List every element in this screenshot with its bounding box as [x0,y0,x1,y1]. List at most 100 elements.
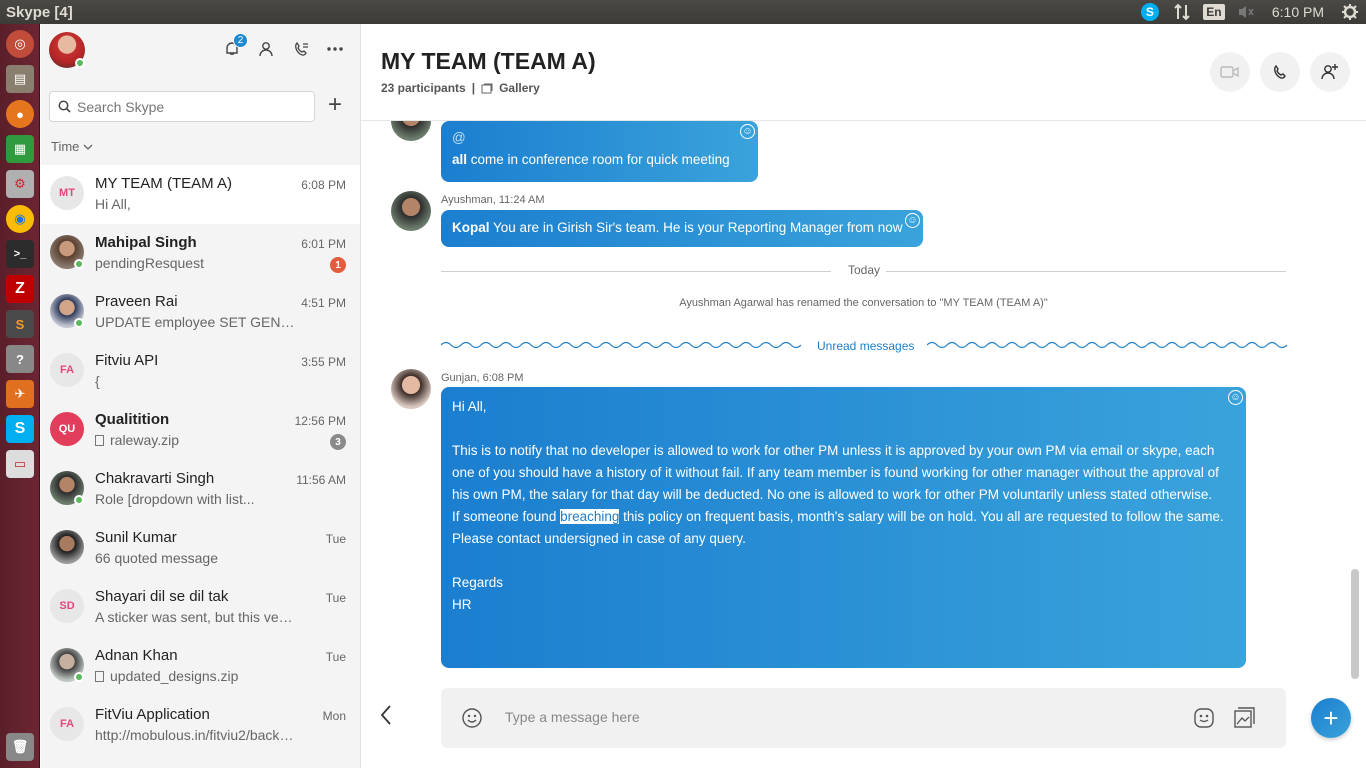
scrollbar-thumb[interactable] [1351,569,1359,679]
conversation-item-fitviu-api[interactable]: FA Fitviu API { 3:55 PM [41,342,360,401]
participants-count[interactable]: 23 participants [381,81,466,95]
message-bubble[interactable]: Hi All, This is to notify that no develo… [441,387,1246,668]
conversation-sidebar: 2 Search Skype + Time MT MY TEAM (TEAM A… [41,24,361,768]
add-content-button[interactable]: + [1311,698,1351,738]
conversation-item-chakravarti-singh[interactable]: Chakravarti Singh Role [dropdown with li… [41,460,360,519]
message-input[interactable]: Type a message here [505,709,640,725]
avatar: MT [50,176,84,210]
conversation-preview: 66 quoted message [95,550,218,566]
message-bubble[interactable]: @ all come in conference room for quick … [441,121,758,182]
sort-dropdown[interactable]: Time [51,139,93,154]
terminal-icon[interactable]: >_ [6,240,34,268]
conversation-time: 12:56 PM [294,414,346,428]
day-divider: Today [848,263,881,277]
conversation-time: 4:51 PM [301,296,346,310]
sublime-text-icon[interactable]: S [6,310,34,338]
more-options-icon[interactable] [322,36,348,62]
audio-call-button[interactable] [1260,52,1300,92]
conversation-item-adnan-khan[interactable]: Adnan Khan updated_designs.zip Tue [41,637,360,696]
system-gear-icon[interactable] [1334,0,1366,24]
reaction-smiley-icon[interactable]: ☺ [740,124,755,139]
conversation-item-qualitition[interactable]: QU Qualitition raleway.zip 12:56 PM 3 [41,401,360,460]
chrome-icon[interactable]: ◉ [6,205,34,233]
message-greeting: Hi All, [452,399,487,414]
system-message: Ayushman Agarwal has renamed the convers… [679,297,1048,309]
conversation-preview: updated_designs.zip [95,668,295,684]
filezilla-icon[interactable]: Z [6,275,34,303]
new-chat-button[interactable]: + [325,93,345,118]
message-paragraph: This is to notify that no developer is a… [452,443,1219,502]
conversation-preview: A sticker was sent, but this versio... [95,609,295,625]
conversation-item-shayari[interactable]: SD Shayari dil se dil tak A sticker was … [41,578,360,637]
message-composer[interactable]: Type a message here [441,688,1286,748]
emoji-icon[interactable] [461,707,483,734]
message-regards: Regards [452,575,504,590]
files-icon[interactable]: ▤ [6,65,34,93]
notifications-badge: 2 [233,33,248,48]
ubuntu-dash-icon[interactable]: ◎ [6,30,34,58]
conversation-time: 6:08 PM [301,178,346,192]
reaction-smiley-icon[interactable]: ☺ [905,213,920,228]
message-text: all come in conference room for quick me… [452,152,730,167]
network-icon[interactable] [1166,0,1198,24]
conversation-time: 3:55 PM [301,355,346,369]
trash-icon[interactable]: 🗑 [6,733,34,761]
message-scrollbar[interactable] [1351,124,1359,680]
help-icon[interactable]: ? [6,345,34,373]
skype-tray-icon[interactable]: S [1134,0,1166,24]
unread-badge: 3 [330,434,346,450]
conversation-item-praveen-rai[interactable]: Praveen Rai UPDATE employee SET GEND... … [41,283,360,342]
chat-title[interactable]: MY TEAM (TEAM A) [381,48,596,75]
add-participant-button[interactable] [1310,52,1350,92]
volume-muted-icon[interactable] [1230,0,1262,24]
conversation-preview: Role [dropdown with list... [95,491,255,507]
conversation-name: MY TEAM (TEAM A) [95,175,232,192]
conversation-list: MT MY TEAM (TEAM A) Hi All, 6:08 PM Mahi… [41,165,360,755]
keyboard-layout-indicator[interactable]: En [1198,0,1230,24]
conversation-preview: raleway.zip [95,432,295,448]
conversation-item-fitviu-application[interactable]: FA FitViu Application http://mobulous.in… [41,696,360,755]
unread-wave-right [927,341,1287,349]
message-paragraph: If someone found breaching this policy o… [452,509,1224,524]
calls-icon[interactable] [288,36,314,62]
conversation-name: Adnan Khan [95,647,178,664]
unread-badge: 1 [330,257,346,273]
conversation-name: Mahipal Singh [95,234,197,251]
message-bubble[interactable]: Kopal You are in Girish Sir's team. He i… [441,210,923,247]
skype-icon[interactable]: S [6,415,34,443]
search-input[interactable]: Search Skype [49,91,315,122]
clock[interactable]: 6:10 PM [1262,4,1334,20]
notifications-bell-icon[interactable]: 2 [219,33,248,62]
video-call-button[interactable] [1210,52,1250,92]
avatar: FA [50,353,84,387]
settings-icon[interactable]: ⚙ [6,170,34,198]
conversation-item-my-team[interactable]: MT MY TEAM (TEAM A) Hi All, 6:08 PM [41,165,360,224]
gallery-link[interactable]: Gallery [499,81,540,95]
reaction-smiley-icon[interactable]: ☺ [1228,390,1243,405]
firefox-icon[interactable]: ● [6,100,34,128]
sticker-icon[interactable] [1193,707,1215,734]
divider-line [441,271,831,272]
back-chevron-icon[interactable] [379,704,403,732]
calc-icon[interactable]: ▦ [6,135,34,163]
conversation-time: Tue [325,650,346,664]
sender-avatar[interactable] [391,369,431,409]
media-gallery-icon[interactable] [1232,706,1256,735]
mention-symbol: @ [452,130,466,145]
conversation-name: Praveen Rai [95,293,178,310]
video-camera-icon [1220,66,1239,78]
conversation-item-sunil-kumar[interactable]: Sunil Kumar 66 quoted message Tue [41,519,360,578]
avatar [50,530,84,564]
avatar: FA [50,707,84,741]
selected-text: breaching [560,509,620,524]
sender-avatar[interactable] [391,121,431,141]
sender-avatar[interactable] [391,191,431,231]
conversation-preview: pendingResquest [95,255,204,271]
conversation-name: Qualitition [95,411,170,428]
postman-icon[interactable]: ✈ [6,380,34,408]
conversation-item-mahipal-singh[interactable]: Mahipal Singh pendingResquest 6:01 PM 1 [41,224,360,283]
contacts-icon[interactable] [253,36,279,62]
document-viewer-icon[interactable]: ▭ [6,450,34,478]
avatar: QU [50,412,84,446]
conversation-preview: Hi All, [95,196,131,212]
